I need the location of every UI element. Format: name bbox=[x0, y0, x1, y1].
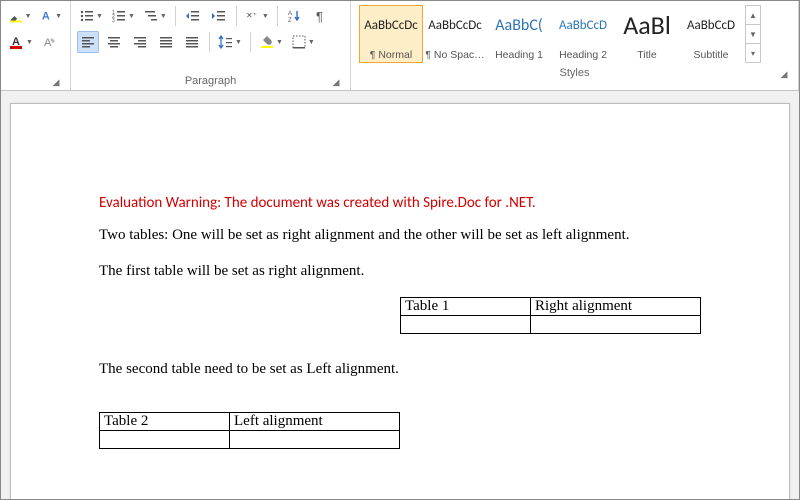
asian-layout-button[interactable]: ✕⁺▼ bbox=[243, 5, 271, 27]
style-preview: AaBbC( bbox=[495, 8, 542, 42]
svg-text:Z: Z bbox=[288, 18, 292, 24]
svg-text:A: A bbox=[44, 37, 52, 49]
show-hide-paragraph-button[interactable]: ¶ bbox=[310, 5, 332, 27]
decrease-indent-button[interactable] bbox=[182, 5, 204, 27]
svg-text:¶: ¶ bbox=[316, 9, 323, 24]
multilevel-list-button[interactable]: ▼ bbox=[141, 5, 169, 27]
style-preview: AaBbCcD bbox=[559, 8, 607, 42]
sort-button[interactable]: AZ bbox=[284, 5, 306, 27]
style-name-label: Subtitle bbox=[693, 49, 728, 61]
paragraph-2: The second table need to be set as Left … bbox=[99, 360, 701, 380]
styles-dialog-launcher[interactable]: ◢ bbox=[778, 68, 790, 80]
font-dialog-launcher[interactable]: ◢ bbox=[50, 76, 62, 88]
style-item-title[interactable]: AaBl Title bbox=[615, 5, 679, 63]
style-name-label: Heading 2 bbox=[559, 49, 607, 61]
style-item-heading-2[interactable]: AaBbCcD Heading 2 bbox=[551, 5, 615, 63]
table-cell[interactable]: Left alignment bbox=[230, 412, 400, 430]
borders-button[interactable]: ▼ bbox=[289, 31, 317, 53]
evaluation-warning: Evaluation Warning: The document was cre… bbox=[99, 194, 701, 212]
paragraph-1: The first table will be set as right ali… bbox=[99, 262, 701, 282]
table-row: Table 1 Right alignment bbox=[401, 298, 701, 316]
table-2[interactable]: Table 2 Left alignment bbox=[99, 412, 400, 449]
text-effects-button[interactable]: A ▼ bbox=[38, 5, 65, 27]
style-item--normal[interactable]: AaBbCcDc ¶ Normal bbox=[359, 5, 423, 63]
svg-text:A: A bbox=[41, 11, 49, 23]
clear-formatting-button[interactable]: A bbox=[39, 31, 61, 53]
style-item--no-spac-[interactable]: AaBbCcDc ¶ No Spac… bbox=[423, 5, 487, 63]
styles-gallery: AaBbCcDc¶ NormalAaBbCcDc¶ No Spac…AaBbC(… bbox=[357, 3, 792, 65]
highlight-color-button[interactable]: ▼ bbox=[7, 5, 34, 27]
styles-expand[interactable]: ▾ bbox=[746, 44, 760, 62]
svg-text:✕⁺: ✕⁺ bbox=[246, 11, 257, 20]
justify-button[interactable] bbox=[155, 31, 177, 53]
styles-group: AaBbCcDc¶ NormalAaBbCcDc¶ No Spac…AaBbC(… bbox=[351, 1, 799, 90]
table-row bbox=[100, 430, 400, 448]
table-cell[interactable] bbox=[531, 316, 701, 334]
paragraph-group-label: Paragraph bbox=[185, 75, 236, 87]
numbering-button[interactable]: 123▼ bbox=[109, 5, 137, 27]
align-center-button[interactable] bbox=[103, 31, 125, 53]
increase-indent-button[interactable] bbox=[208, 5, 230, 27]
svg-text:3: 3 bbox=[112, 18, 115, 24]
shading-button[interactable]: ▼ bbox=[257, 31, 285, 53]
style-name-label: ¶ No Spac… bbox=[425, 49, 484, 61]
style-name-label: ¶ Normal bbox=[370, 49, 412, 61]
paragraph-dialog-launcher[interactable]: ◢ bbox=[330, 76, 342, 88]
document-area: Evaluation Warning: The document was cre… bbox=[1, 91, 799, 499]
style-preview: AaBl bbox=[623, 8, 671, 42]
style-preview: AaBbCcDc bbox=[428, 8, 482, 42]
intro-paragraph: Two tables: One will be set as right ali… bbox=[99, 226, 701, 246]
table-row bbox=[401, 316, 701, 334]
table-cell[interactable]: Right alignment bbox=[531, 298, 701, 316]
style-name-label: Title bbox=[637, 49, 656, 61]
paragraph-group: ▼ 123▼ ▼ ✕⁺▼ bbox=[71, 1, 351, 90]
font-color-button[interactable]: A ▼ bbox=[7, 31, 35, 53]
distributed-button[interactable] bbox=[181, 31, 203, 53]
style-preview: AaBbCcD bbox=[687, 8, 735, 42]
page[interactable]: Evaluation Warning: The document was cre… bbox=[10, 103, 790, 499]
svg-text:A: A bbox=[288, 11, 292, 17]
table-cell[interactable]: Table 1 bbox=[401, 298, 531, 316]
font-group-label: ◢ bbox=[7, 85, 64, 90]
table-cell[interactable] bbox=[230, 430, 400, 448]
line-spacing-button[interactable]: ▼ bbox=[216, 31, 244, 53]
style-item-subtitle[interactable]: AaBbCcD Subtitle bbox=[679, 5, 743, 63]
styles-scroll: ▲▼▾ bbox=[745, 5, 761, 63]
table-cell[interactable]: Table 2 bbox=[100, 412, 230, 430]
table-1[interactable]: Table 1 Right alignment bbox=[400, 297, 701, 334]
style-preview: AaBbCcDc bbox=[364, 8, 418, 42]
table-row: Table 2 Left alignment bbox=[100, 412, 400, 430]
align-right-button[interactable] bbox=[129, 31, 151, 53]
ribbon: ▼ A ▼ A ▼ A ◢ bbox=[1, 1, 799, 91]
styles-group-label: Styles bbox=[560, 67, 590, 79]
table-cell[interactable] bbox=[401, 316, 531, 334]
bullets-button[interactable]: ▼ bbox=[77, 5, 105, 27]
style-item-heading-1[interactable]: AaBbC( Heading 1 bbox=[487, 5, 551, 63]
styles-scroll-up[interactable]: ▲ bbox=[746, 6, 760, 25]
table-cell[interactable] bbox=[100, 430, 230, 448]
style-name-label: Heading 1 bbox=[495, 49, 543, 61]
align-left-button[interactable] bbox=[77, 31, 99, 53]
font-group: ▼ A ▼ A ▼ A ◢ bbox=[1, 1, 71, 90]
styles-scroll-down[interactable]: ▼ bbox=[746, 25, 760, 44]
